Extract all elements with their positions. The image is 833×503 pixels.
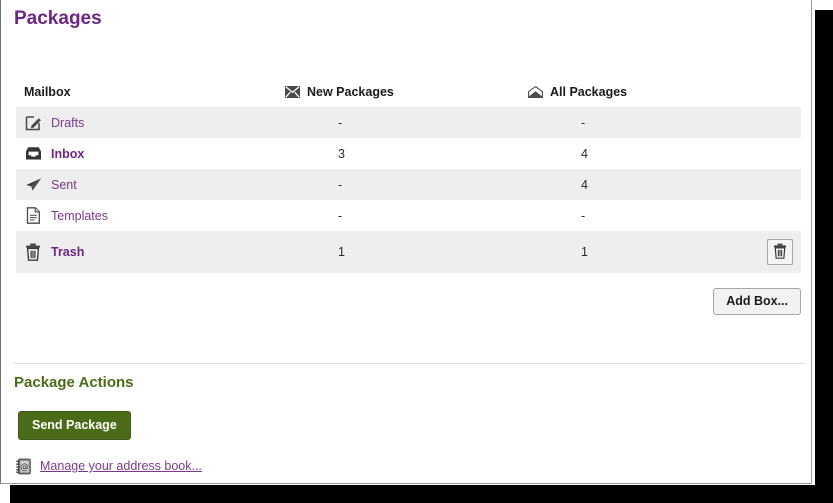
all-packages-count: 4: [581, 146, 588, 161]
all-packages-cell: 1: [581, 231, 588, 273]
new-packages-count: -: [338, 177, 343, 192]
address-book-row[interactable]: @ Manage your address book...: [14, 457, 202, 475]
section-divider: [14, 363, 805, 364]
new-packages-count: 1: [338, 245, 345, 259]
screenshot-root: Packages Mailbox New Packages All Packag…: [0, 0, 833, 503]
trash-can-icon: [24, 243, 42, 261]
templates-document-icon: [24, 207, 42, 225]
inbox-tray-icon: [24, 145, 42, 163]
window-shadow-right: [815, 10, 833, 503]
mailbox-cell[interactable]: Drafts: [24, 107, 84, 138]
trash-can-icon: [773, 243, 787, 262]
column-header-all-packages: All Packages: [528, 82, 627, 102]
column-header-new-packages: New Packages: [285, 82, 394, 102]
new-packages-cell: -: [338, 169, 342, 200]
mailbox-label: Sent: [51, 177, 77, 192]
all-packages-count: -: [581, 208, 586, 223]
new-packages-count: 3: [338, 146, 345, 161]
mailbox-cell[interactable]: Templates: [24, 200, 108, 231]
add-box-button[interactable]: Add Box...: [713, 288, 801, 315]
all-packages-cell: 4: [581, 169, 588, 200]
mailbox-cell[interactable]: Sent: [24, 169, 77, 200]
table-row[interactable]: Inbox 3 4: [16, 138, 801, 169]
all-packages-count: 4: [581, 177, 588, 192]
empty-trash-button[interactable]: [767, 239, 793, 265]
add-box-button-wrap: Add Box...: [16, 288, 801, 315]
manage-address-book-link[interactable]: Manage your address book...: [40, 459, 202, 473]
closed-envelope-icon: [285, 86, 300, 98]
new-packages-cell: 1: [338, 231, 345, 273]
column-header-all-packages-label: All Packages: [550, 85, 628, 99]
table-row[interactable]: Templates - -: [16, 200, 801, 231]
table-row[interactable]: Trash 1 1: [16, 231, 801, 273]
page-content: Packages Mailbox New Packages All Packag…: [0, 0, 806, 483]
column-header-new-packages-label: New Packages: [307, 85, 394, 99]
new-packages-count: -: [338, 208, 343, 223]
page-panel: Packages Mailbox New Packages All Packag…: [0, 0, 812, 484]
column-header-mailbox: Mailbox: [24, 82, 71, 102]
all-packages-count: -: [581, 115, 586, 130]
svg-text:@: @: [20, 462, 29, 472]
mailbox-label: Drafts: [51, 115, 85, 130]
drafts-pencil-icon: [24, 114, 42, 132]
mailbox-label: Inbox: [51, 146, 85, 161]
mailbox-cell[interactable]: Trash: [24, 231, 84, 273]
all-packages-cell: 4: [581, 138, 588, 169]
new-packages-cell: -: [338, 107, 342, 138]
mailbox-cell[interactable]: Inbox: [24, 138, 84, 169]
mailbox-label: Trash: [51, 245, 85, 259]
all-packages-cell: -: [581, 200, 585, 231]
row-action-cell: [767, 231, 793, 273]
table-row[interactable]: Drafts - -: [16, 107, 801, 138]
send-package-button[interactable]: Send Package: [18, 411, 131, 440]
column-header-mailbox-label: Mailbox: [24, 85, 71, 99]
window-shadow-bottom: [10, 485, 833, 503]
new-packages-cell: -: [338, 200, 342, 231]
table-header-row: Mailbox New Packages All Packages: [16, 82, 801, 107]
mailbox-table: Mailbox New Packages All Packages Drafts…: [16, 82, 801, 273]
address-book-icon: @: [14, 457, 32, 475]
open-envelope-icon: [528, 86, 543, 98]
page-title: Packages: [14, 8, 102, 29]
table-row[interactable]: Sent - 4: [16, 169, 801, 200]
sent-paper-plane-icon: [24, 176, 42, 194]
mailbox-label: Templates: [51, 208, 108, 223]
new-packages-count: -: [338, 115, 343, 130]
all-packages-cell: -: [581, 107, 585, 138]
package-actions-title: Package Actions: [14, 374, 134, 391]
new-packages-cell: 3: [338, 138, 345, 169]
all-packages-count: 1: [581, 245, 588, 259]
